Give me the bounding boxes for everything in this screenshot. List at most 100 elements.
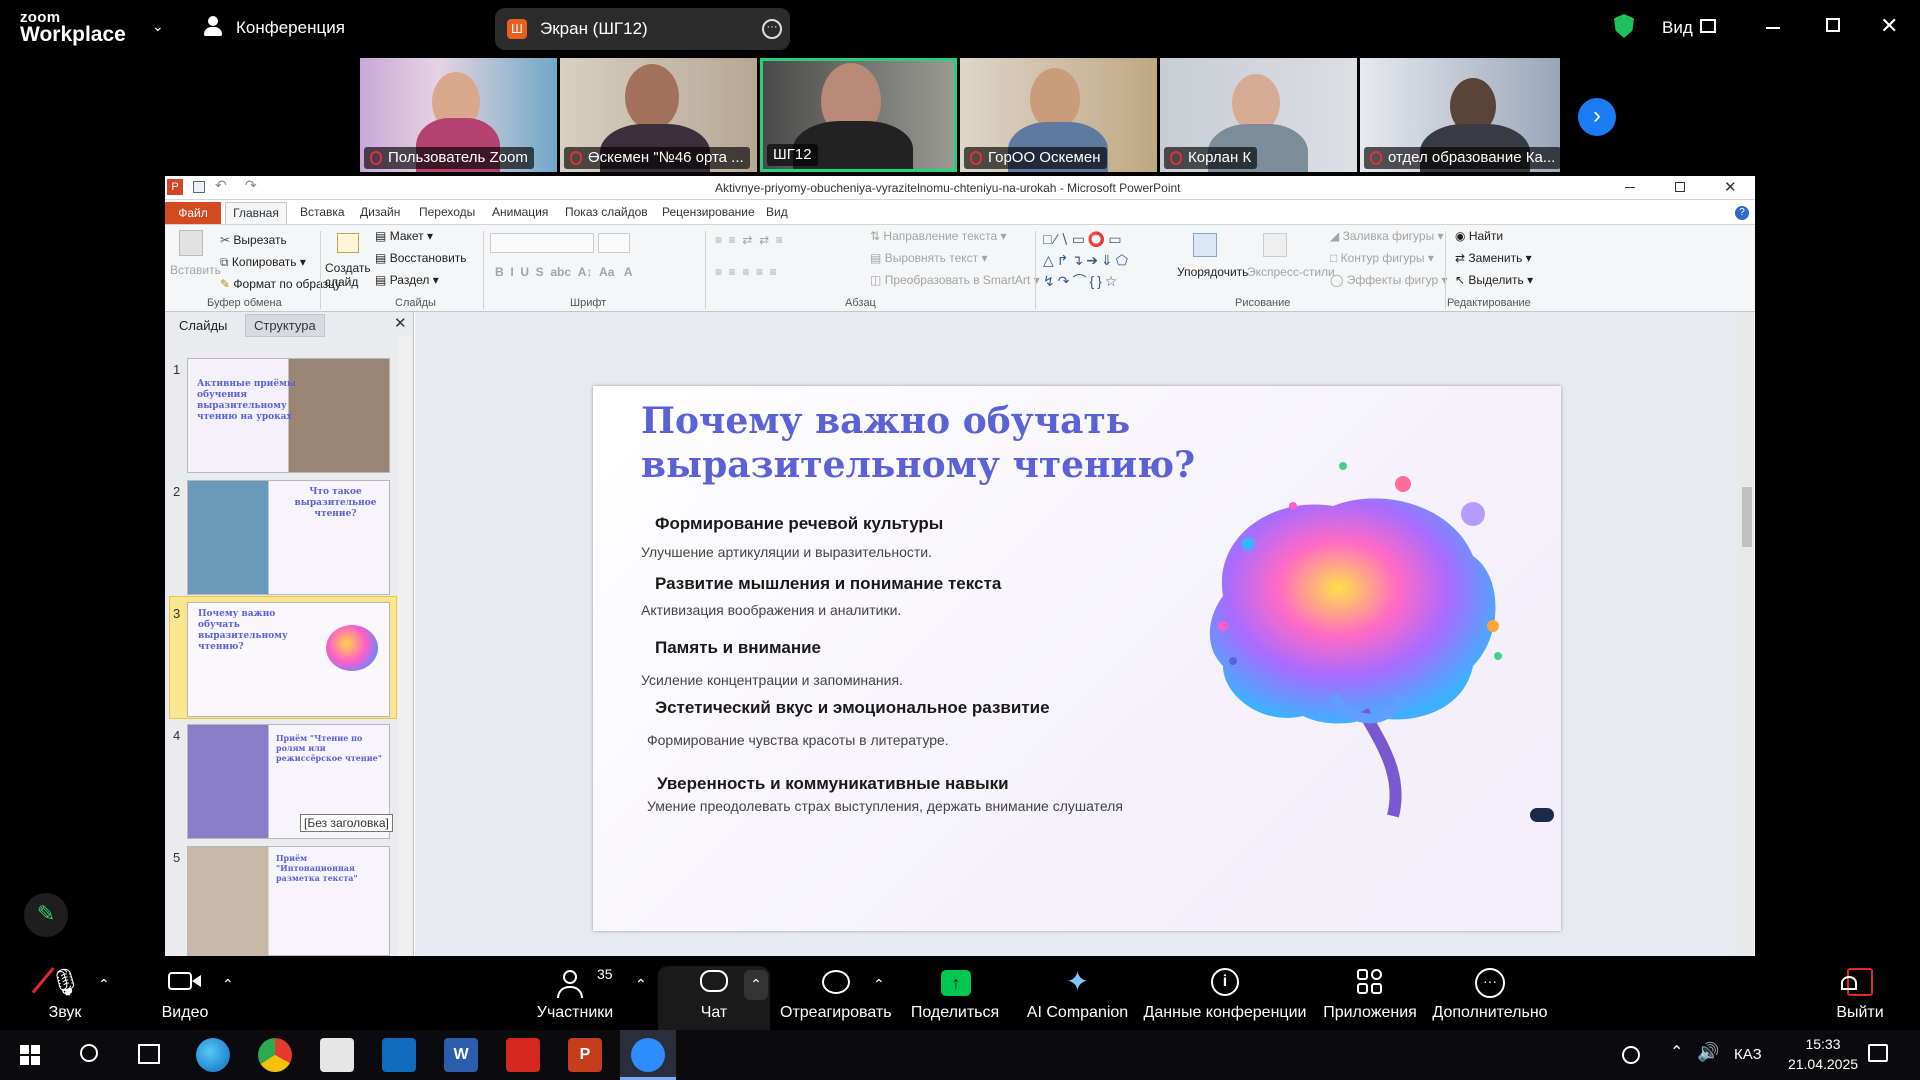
slide-thumbnail-2[interactable]: Что такое выразительное чтение? bbox=[187, 480, 390, 595]
task-view-icon[interactable] bbox=[138, 1044, 160, 1064]
text-direction-icon: ⇅ bbox=[870, 229, 881, 243]
store-icon[interactable] bbox=[320, 1038, 354, 1072]
acrobat-icon[interactable] bbox=[506, 1038, 540, 1072]
minimize-icon[interactable] bbox=[1766, 27, 1780, 29]
annotate-button[interactable]: ✎ bbox=[24, 893, 68, 937]
font-format-icons[interactable]: B I U S abc A↕ Aa A bbox=[495, 265, 633, 279]
chrome-icon[interactable] bbox=[258, 1038, 292, 1072]
people-icon[interactable] bbox=[1622, 1046, 1640, 1064]
search-icon[interactable] bbox=[80, 1044, 98, 1062]
next-page-button[interactable]: › bbox=[1578, 98, 1616, 136]
slide-scrollbar[interactable] bbox=[1740, 312, 1754, 956]
shape-fill-button[interactable]: ◢ Заливка фигуры ▾ bbox=[1330, 229, 1444, 243]
paste-button[interactable]: Вставить bbox=[170, 263, 221, 277]
tab-review[interactable]: Рецензирование bbox=[662, 205, 755, 219]
select-button[interactable]: ↖ Выделить ▾ bbox=[1455, 273, 1533, 287]
layout-button[interactable]: ▤ Макет ▾ bbox=[375, 229, 433, 243]
powerpoint-taskbar-icon[interactable]: P bbox=[568, 1038, 602, 1072]
reset-button[interactable]: ▤ Восстановить bbox=[375, 251, 467, 265]
windows-start-icon[interactable] bbox=[20, 1045, 40, 1065]
find-button[interactable]: ◉ Найти bbox=[1455, 229, 1503, 243]
screen-share-indicator[interactable]: Ш Экран (ШГ12) ··· bbox=[495, 8, 790, 50]
restore-icon[interactable] bbox=[1826, 18, 1840, 32]
text-direction-button[interactable]: ⇅ Направление текста ▾ bbox=[870, 229, 1007, 243]
mail-icon[interactable] bbox=[382, 1038, 416, 1072]
close-pane-icon[interactable]: ✕ bbox=[394, 314, 407, 332]
undo-icon[interactable]: ↶ bbox=[215, 177, 227, 194]
new-slide-button[interactable]: Создать слайд bbox=[325, 261, 371, 289]
save-icon[interactable] bbox=[193, 181, 205, 193]
arrange-icon[interactable] bbox=[1193, 233, 1217, 257]
ppt-minimize-icon[interactable] bbox=[1625, 187, 1635, 188]
volume-icon[interactable]: 🔊 bbox=[1697, 1042, 1719, 1063]
view-label[interactable]: Вид bbox=[1662, 18, 1693, 38]
participant-tile[interactable]: отдел образование Ка... bbox=[1360, 58, 1560, 172]
slide-thumbnail-1[interactable]: Активные приёмы обучения выразительному … bbox=[187, 358, 390, 473]
grid-icon[interactable] bbox=[1700, 19, 1716, 33]
participant-tile[interactable]: Пользователь Zoom bbox=[360, 58, 557, 172]
tab-home[interactable]: Главная bbox=[225, 202, 287, 225]
shield-icon[interactable] bbox=[1614, 14, 1634, 38]
paste-icon[interactable] bbox=[179, 230, 203, 256]
shapes-gallery[interactable]: □∕∖▭⭕▭ △↱↴➔⇓⬠ ↯↷⌒{}☆ bbox=[1043, 229, 1153, 291]
ribbon-tabs: Файл Главная Вставка Дизайн Переходы Ани… bbox=[165, 200, 1755, 225]
tab-slides[interactable]: Слайды bbox=[179, 318, 227, 333]
chat-options-chevron[interactable]: ⌃ bbox=[744, 970, 768, 1000]
ppt-restore-icon[interactable] bbox=[1675, 182, 1685, 192]
edge-icon[interactable] bbox=[196, 1038, 230, 1072]
close-icon[interactable]: ✕ bbox=[1880, 13, 1898, 39]
audio-options-chevron[interactable]: ⌃ bbox=[98, 976, 110, 993]
align-icons[interactable]: ≡ ≡ ≡ ≡ ≡ bbox=[715, 265, 777, 279]
help-icon[interactable]: ? bbox=[1735, 206, 1749, 220]
tab-insert[interactable]: Вставка bbox=[300, 205, 345, 219]
arrange-button[interactable]: Упорядочить bbox=[1177, 265, 1248, 279]
tab-transitions[interactable]: Переходы bbox=[419, 205, 475, 219]
smartart-button[interactable]: ◫ Преобразовать в SmartArt ▾ bbox=[870, 273, 1040, 287]
participant-tile-active[interactable]: ШГ12 bbox=[760, 58, 957, 172]
powerpoint-window: P ↶ ↷ Aktivnye-priyomy-obucheniya-vyrazi… bbox=[165, 176, 1755, 956]
conference-icon[interactable] bbox=[203, 16, 223, 36]
ppt-close-icon[interactable]: ✕ bbox=[1724, 178, 1737, 196]
pane-scrollbar[interactable] bbox=[398, 336, 412, 956]
clock-time[interactable]: 15:33 bbox=[1790, 1036, 1856, 1052]
shape-outline-button[interactable]: □ Контур фигуры ▾ bbox=[1330, 251, 1434, 265]
tab-view[interactable]: Вид bbox=[766, 205, 788, 219]
slide-thumbnail-3[interactable]: Почему важно обучать выразительному чтен… bbox=[187, 602, 390, 717]
tab-slideshow[interactable]: Показ слайдов bbox=[565, 205, 648, 219]
align-text-button[interactable]: ▤ Выровнять текст ▾ bbox=[870, 251, 988, 265]
notification-icon[interactable] bbox=[1868, 1044, 1888, 1062]
tray-chevron-icon[interactable]: ⌃ bbox=[1670, 1042, 1683, 1062]
replace-button[interactable]: ⇄ Заменить ▾ bbox=[1455, 251, 1532, 265]
react-options-chevron[interactable]: ⌃ bbox=[873, 976, 885, 993]
participant-tile[interactable]: ГорОО Оскемен bbox=[960, 58, 1157, 172]
participant-tile[interactable]: Корлан К bbox=[1160, 58, 1357, 172]
tab-animations[interactable]: Анимация bbox=[492, 205, 548, 219]
input-language[interactable]: КАЗ bbox=[1734, 1046, 1762, 1063]
conference-label[interactable]: Конференция bbox=[236, 18, 345, 38]
tab-design[interactable]: Дизайн bbox=[360, 205, 400, 219]
word-icon[interactable]: W bbox=[444, 1038, 478, 1072]
list-icons[interactable]: ≡ ≡ ⇄ ⇄ ≡ bbox=[715, 233, 783, 247]
chevron-down-icon[interactable]: ⌄ bbox=[152, 18, 164, 35]
participant-tile[interactable]: Өскемен "№46 орта ... bbox=[560, 58, 757, 172]
video-options-chevron[interactable]: ⌃ bbox=[222, 976, 234, 993]
participants-options-chevron[interactable]: ⌃ bbox=[635, 976, 647, 993]
clock-date[interactable]: 21.04.2025 bbox=[1775, 1056, 1871, 1072]
section-button[interactable]: ▤ Раздел ▾ bbox=[375, 273, 439, 287]
copy-button[interactable]: ⧉ Копировать ▾ bbox=[220, 255, 306, 270]
more-options-icon[interactable]: ··· bbox=[762, 19, 782, 39]
tab-file[interactable]: Файл bbox=[165, 202, 221, 224]
quick-styles-button[interactable]: Экспресс-стили bbox=[1247, 265, 1335, 279]
quick-styles-icon[interactable] bbox=[1263, 233, 1287, 257]
font-size-box[interactable] bbox=[598, 233, 630, 253]
shape-effects-button[interactable]: ◯ Эффекты фигур ▾ bbox=[1330, 273, 1448, 287]
tab-outline[interactable]: Структура bbox=[245, 314, 325, 337]
new-slide-icon[interactable] bbox=[337, 233, 359, 253]
cut-button[interactable]: ✂ Вырезать bbox=[220, 233, 287, 247]
font-name-box[interactable] bbox=[490, 233, 594, 253]
scroll-thumb[interactable] bbox=[1742, 487, 1752, 547]
slide-thumbnail-5[interactable]: Приём "Интонационная разметка текста" bbox=[187, 846, 390, 956]
format-painter-button[interactable]: ✎ Формат по образцу bbox=[220, 277, 341, 291]
redo-icon[interactable]: ↷ bbox=[245, 177, 257, 194]
slide-canvas[interactable]: Почему важно обучать выразительному чтен… bbox=[593, 386, 1561, 931]
